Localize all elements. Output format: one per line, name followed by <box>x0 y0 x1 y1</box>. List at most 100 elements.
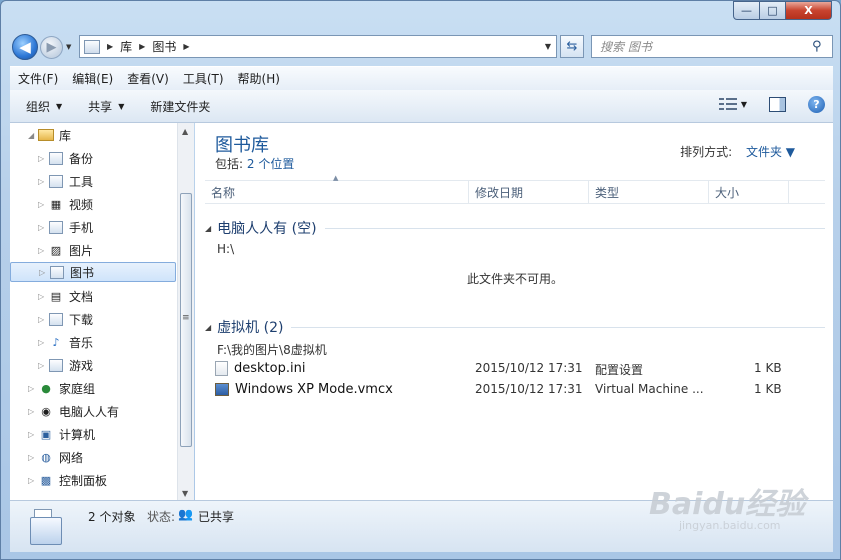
chevron-right-icon[interactable]: ▶ <box>107 42 113 51</box>
control-panel-icon: ▩ <box>40 473 52 487</box>
column-size[interactable]: 大小 <box>709 181 789 204</box>
tree-label: 图书 <box>70 265 95 280</box>
library-icon <box>48 312 64 327</box>
scroll-down-icon[interactable]: ▼ <box>182 489 188 498</box>
collapsed-arrow-icon[interactable]: ▷ <box>38 154 48 163</box>
view-details-icon[interactable] <box>718 97 737 112</box>
file-size: 1 KB <box>754 382 782 396</box>
tree-item-backup[interactable]: ▷ 备份 <box>38 148 93 168</box>
back-button[interactable]: ◀ <box>12 34 38 60</box>
pictures-library-icon: ▨ <box>50 243 62 257</box>
breadcrumb-books[interactable]: 图书 <box>152 38 176 55</box>
tree-item-computer[interactable]: ▷ ▣ 计算机 <box>28 424 95 444</box>
collapsed-arrow-icon[interactable]: ▷ <box>28 430 38 439</box>
refresh-button[interactable]: ⇆ <box>560 35 584 58</box>
collapsed-arrow-icon[interactable]: ▷ <box>38 315 48 324</box>
unavailable-message: 此文件夹不可用。 <box>466 272 563 286</box>
chevron-right-icon[interactable]: ▶ <box>139 42 145 51</box>
search-input[interactable]: 搜索 图书 ⚲ <box>591 35 833 58</box>
collapsed-arrow-icon[interactable]: ▷ <box>28 476 38 485</box>
collapsed-arrow-icon[interactable]: ▷ <box>28 384 38 393</box>
close-button[interactable]: X <box>786 1 832 20</box>
column-type[interactable]: 类型 <box>589 181 709 204</box>
video-library-icon: ▦ <box>50 197 62 211</box>
help-icon[interactable]: ? <box>808 96 825 113</box>
menu-view[interactable]: 查看(V) <box>127 70 169 87</box>
tree-item-music[interactable]: ▷ ♪ 音乐 <box>38 332 93 352</box>
column-name[interactable]: 名称 <box>205 181 469 204</box>
search-icon[interactable]: ⚲ <box>812 39 832 54</box>
collapsed-arrow-icon[interactable]: ▷ <box>38 292 48 301</box>
expanded-arrow-icon[interactable]: ◢ <box>28 131 38 140</box>
tree-item-library[interactable]: ◢ 库 <box>28 125 71 145</box>
collapsed-arrow-icon[interactable]: ▷ <box>39 268 49 277</box>
file-row[interactable]: Windows XP Mode.vmcx 2015/10/12 17:31 Vi… <box>205 380 825 400</box>
tree-item-pictures[interactable]: ▷ ▨ 图片 <box>38 240 93 260</box>
library-icon <box>84 39 100 54</box>
tree-item-network[interactable]: ▷ ◍ 网络 <box>28 447 83 467</box>
collapsed-arrow-icon[interactable]: ▷ <box>28 453 38 462</box>
new-folder-button[interactable]: 新建文件夹 <box>150 98 210 115</box>
network-icon: ◍ <box>41 450 51 464</box>
group-header[interactable]: ◢ 虚拟机 (2) <box>205 317 825 337</box>
breadcrumb-library[interactable]: 库 <box>120 38 132 55</box>
arrange-by-dropdown[interactable]: 文件夹 ▼ <box>746 145 795 159</box>
baidu-watermark: Baidu经验 jingyan.baidu.com <box>649 479 809 532</box>
shared-users-icon: 👥 <box>178 507 193 521</box>
file-row[interactable]: desktop.ini 2015/10/12 17:31 配置设置 1 KB <box>205 359 825 379</box>
collapsed-arrow-icon[interactable]: ▷ <box>38 361 48 370</box>
address-dropdown-icon[interactable]: ▼ <box>540 36 556 57</box>
recent-pages-dropdown[interactable]: ▼ <box>66 43 71 51</box>
state-value: 已共享 <box>198 510 235 524</box>
scroll-up-icon[interactable]: ▲ <box>182 127 188 136</box>
collapsed-arrow-icon[interactable]: ▷ <box>28 407 38 416</box>
tree-item-tools[interactable]: ▷ 工具 <box>38 171 93 191</box>
collapsed-arrow-icon[interactable]: ▷ <box>38 177 48 186</box>
chevron-right-icon[interactable]: ▶ <box>183 42 189 51</box>
tree-item-games[interactable]: ▷ 游戏 <box>38 355 93 375</box>
organize-label: 组织 <box>26 99 51 114</box>
refresh-icon: ⇆ <box>566 39 578 54</box>
tree-label: 手机 <box>69 220 94 235</box>
share-button[interactable]: 共享 ▼ <box>88 98 124 115</box>
forward-button[interactable]: ▶ <box>40 36 63 59</box>
tree-item-homegroup[interactable]: ▷ ● 家庭组 <box>28 378 95 398</box>
collapse-arrow-icon[interactable]: ◢ <box>205 224 211 233</box>
tree-item-videos[interactable]: ▷ ▦ 视频 <box>38 194 93 214</box>
library-icon <box>48 220 64 235</box>
collapsed-arrow-icon[interactable]: ▷ <box>38 200 48 209</box>
tree-label: 图片 <box>69 243 94 258</box>
library-title: 图书库 <box>215 135 269 156</box>
locations-link[interactable]: 2 个位置 <box>247 157 294 171</box>
tree-item-control-panel[interactable]: ▷ ▩ 控制面板 <box>28 470 107 490</box>
file-date: 2015/10/12 17:31 <box>475 361 583 375</box>
address-bar[interactable]: ▶ 库 ▶ 图书 ▶ ▼ <box>79 35 557 58</box>
tree-item-documents[interactable]: ▷ ▤ 文档 <box>38 286 93 306</box>
tree-item-downloads[interactable]: ▷ 下载 <box>38 309 93 329</box>
collapse-arrow-icon[interactable]: ◢ <box>205 323 211 332</box>
menu-file[interactable]: 文件(F) <box>18 70 58 87</box>
organize-button[interactable]: 组织 ▼ <box>26 98 62 115</box>
tree-item-drive-h[interactable]: ▷ ◉ 电脑人人有 <box>28 401 119 421</box>
minimize-button[interactable]: — <box>733 1 760 20</box>
tree-item-books[interactable]: ▷ 图书 <box>10 262 176 282</box>
tree-item-phone[interactable]: ▷ 手机 <box>38 217 93 237</box>
view-dropdown-icon[interactable]: ▼ <box>741 100 747 109</box>
tree-label: 音乐 <box>69 335 94 350</box>
documents-library-icon: ▤ <box>50 289 62 303</box>
collapsed-arrow-icon[interactable]: ▷ <box>38 223 48 232</box>
nav-scrollbar[interactable]: ▲ ≡ ▼ <box>177 123 194 500</box>
collapsed-arrow-icon[interactable]: ▷ <box>38 246 48 255</box>
group-header[interactable]: ◢ 电脑人人有 (空) <box>205 218 825 238</box>
library-includes: 包括: 2 个位置 <box>215 155 294 172</box>
menu-edit[interactable]: 编辑(E) <box>72 70 113 87</box>
arrange-label: 排列方式: <box>680 145 733 159</box>
new-folder-label: 新建文件夹 <box>150 99 211 114</box>
menu-tools[interactable]: 工具(T) <box>183 70 224 87</box>
collapsed-arrow-icon[interactable]: ▷ <box>38 338 48 347</box>
maximize-button[interactable]: □ <box>760 1 786 20</box>
column-date[interactable]: 修改日期 <box>469 181 589 204</box>
preview-pane-icon[interactable] <box>769 97 786 112</box>
menu-help[interactable]: 帮助(H) <box>238 70 280 87</box>
library-icon <box>49 265 65 280</box>
